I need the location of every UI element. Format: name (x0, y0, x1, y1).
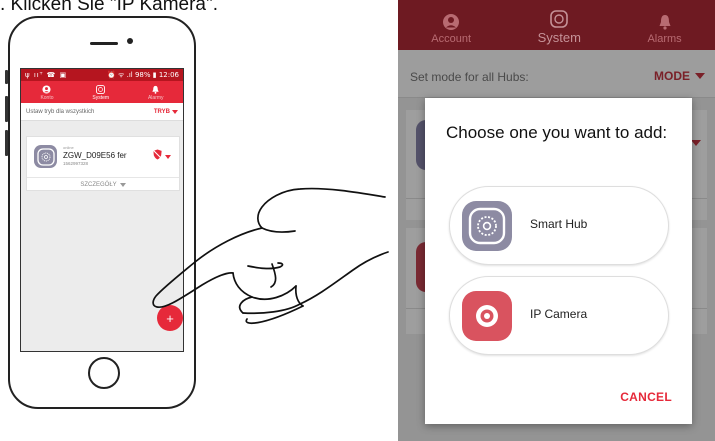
system-icon (550, 10, 569, 28)
tab-alarms[interactable]: Alarms (647, 13, 682, 45)
app-screenshot: Account System Alarms Set mode for all H… (398, 0, 715, 441)
dialog-title: Choose one you want to add: (446, 123, 668, 142)
mode-select[interactable]: MODE (654, 69, 705, 83)
mode-label: Set mode for all Hubs: (410, 70, 529, 84)
account-icon (443, 14, 460, 30)
smart-hub-icon (462, 201, 512, 251)
tab-account[interactable]: Account (431, 13, 471, 45)
cancel-button[interactable]: CANCEL (620, 390, 672, 404)
add-device-dialog: Choose one you want to add: Smart Hub IP… (425, 98, 692, 424)
mode-bar: Set mode for all Hubs: MODE (398, 50, 715, 98)
option-label: Smart Hub (530, 217, 588, 231)
option-label: IP Camera (530, 307, 588, 321)
bell-icon (659, 15, 671, 30)
root: . Klicken Sie "IP Kamera". ψ ııᵀ ☎ ▣ ⏰ ᯤ… (0, 0, 715, 441)
tab-system[interactable]: System (538, 10, 581, 45)
option-ip-camera[interactable]: IP Camera (449, 276, 669, 355)
app-nav-bar: Account System Alarms (398, 0, 715, 50)
option-smart-hub[interactable]: Smart Hub (449, 186, 669, 265)
chevron-down-icon (695, 73, 705, 79)
ip-camera-icon (462, 291, 512, 341)
chevron-down-icon (691, 140, 701, 146)
